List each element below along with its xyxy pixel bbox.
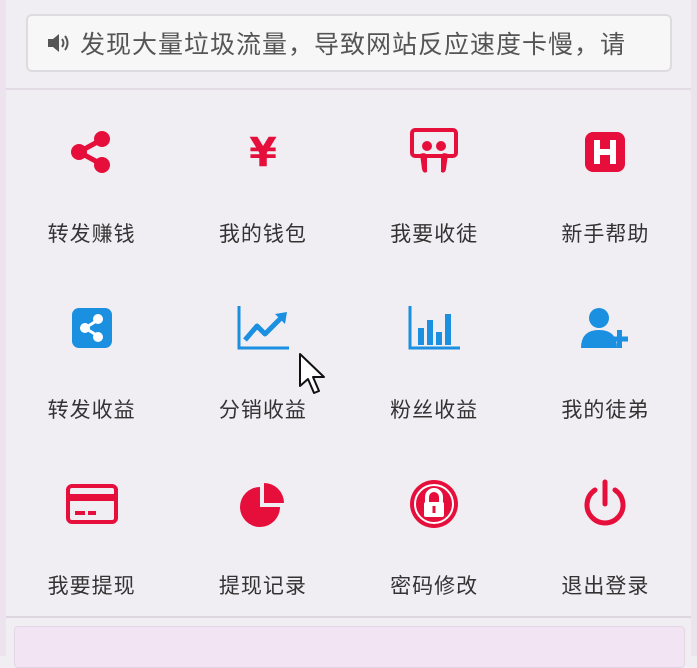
share-square-icon [71, 308, 112, 348]
menu-item-label: 密码修改 [390, 574, 479, 598]
menu-item-recruit-apprentice[interactable]: 我要收徒 [349, 90, 520, 266]
menu-grid: 转发赚钱 ¥ 我的钱包 我要收徒 新手帮助 转发收益 分销收益 粉丝收益 我的徒… [6, 90, 691, 610]
menu-item-label: 我要提现 [47, 574, 136, 598]
menu-item-label: 我的徒弟 [561, 398, 650, 422]
menu-item-fans-income[interactable]: 粉丝收益 [349, 266, 520, 442]
menu-item-label: 提现记录 [218, 574, 307, 598]
bottom-panel [14, 626, 685, 668]
menu-item-change-password[interactable]: 密码修改 [349, 442, 520, 618]
credit-card-icon [65, 484, 118, 524]
speaker-icon [48, 34, 69, 52]
lock-icon [410, 480, 459, 528]
menu-item-share-earn[interactable]: 转发赚钱 [6, 90, 177, 266]
menu-item-label: 粉丝收益 [390, 398, 479, 422]
menu-item-withdraw-records[interactable]: 提现记录 [177, 442, 348, 618]
menu-item-my-wallet[interactable]: ¥ 我的钱包 [177, 90, 348, 266]
menu-item-label: 分销收益 [218, 398, 307, 422]
power-icon [584, 479, 626, 526]
mouse-cursor-icon [299, 353, 325, 394]
menu-item-logout[interactable]: 退出登录 [520, 442, 691, 618]
notice-bar[interactable]: 发现大量垃圾流量，导致网站反应速度卡慢，请 [26, 14, 672, 72]
menu-item-my-apprentices[interactable]: 我的徒弟 [520, 266, 691, 442]
yen-icon: ¥ [249, 130, 277, 176]
menu-item-label: 转发收益 [47, 398, 136, 422]
slideshare-icon [410, 128, 459, 173]
line-chart-icon [237, 306, 289, 350]
menu-item-share-income[interactable]: 转发收益 [6, 266, 177, 442]
menu-item-label: 我的钱包 [218, 222, 307, 246]
share-icon [70, 131, 110, 173]
svg-text:¥: ¥ [249, 130, 277, 176]
user-plus-icon [581, 308, 629, 348]
menu-item-label: 退出登录 [561, 574, 650, 598]
menu-item-newbie-help[interactable]: 新手帮助 [520, 90, 691, 266]
bar-chart-icon [408, 306, 461, 350]
menu-item-label: 新手帮助 [561, 222, 650, 246]
pie-chart-icon [239, 483, 284, 527]
menu-item-label: 我要收徒 [390, 222, 479, 246]
notice-text: 发现大量垃圾流量，导致网站反应速度卡慢，请 [80, 30, 627, 59]
h-square-icon [585, 132, 626, 172]
bottom-divider [6, 616, 691, 618]
menu-item-label: 转发赚钱 [47, 222, 136, 246]
menu-item-withdraw[interactable]: 我要提现 [6, 442, 177, 618]
